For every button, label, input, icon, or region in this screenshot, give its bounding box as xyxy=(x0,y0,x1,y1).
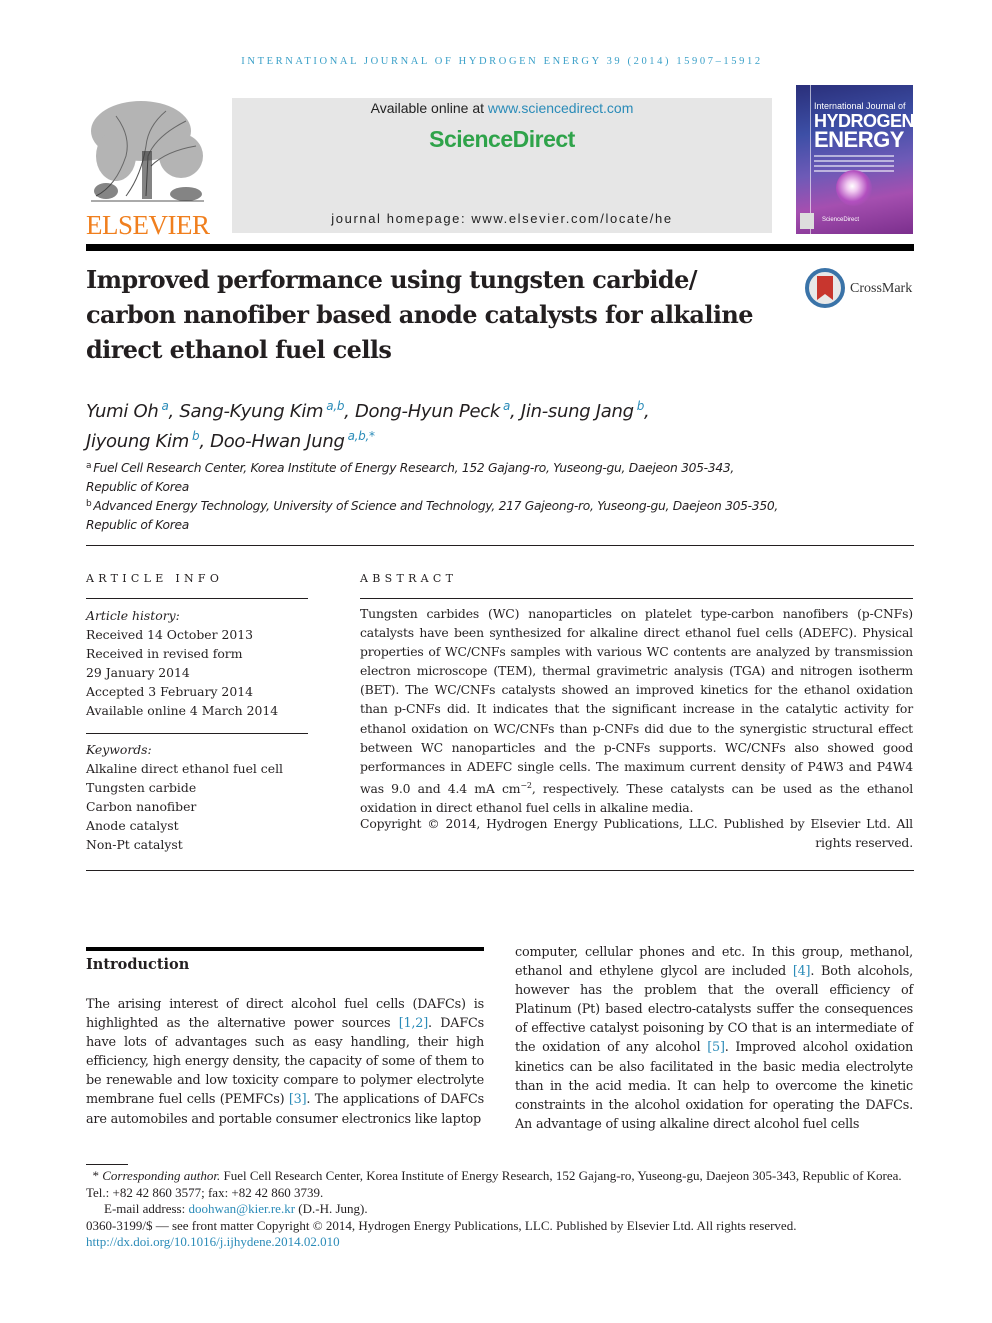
elsevier-tree-icon xyxy=(91,101,204,202)
cover-orb-icon xyxy=(836,170,872,206)
author-name: Dong-Hyun Peck xyxy=(355,401,500,422)
author[interactable]: Dong-Hyun Peck a xyxy=(355,399,510,422)
journal-cover[interactable]: International Journal of HYDROGEN ENERGY… xyxy=(796,85,913,234)
doi-link[interactable]: http://dx.doi.org/10.1016/j.ijhydene.201… xyxy=(86,1234,340,1249)
affiliation-rule xyxy=(86,545,914,546)
email-link[interactable]: doohwan@kier.re.kr xyxy=(188,1201,295,1216)
author-name: Yumi Oh xyxy=(86,401,159,422)
introduction-left-column: The arising interest of direct alcohol f… xyxy=(86,995,484,1129)
introduction-rule xyxy=(86,947,484,951)
footnote-rule xyxy=(86,1164,128,1165)
author-name: Sang-Kyung Kim xyxy=(179,401,324,422)
author-name: Doo-Hwan Jung xyxy=(210,431,345,452)
citation-link[interactable]: [5] xyxy=(707,1040,725,1055)
abstract-bottom-rule xyxy=(86,870,914,871)
abstract-rule xyxy=(360,598,913,599)
corresponding-label: Corresponding author. xyxy=(102,1168,221,1183)
cover-divider xyxy=(810,85,811,234)
author-name: Jin-sung Jang xyxy=(520,401,634,422)
crossmark-label: CrossMark xyxy=(850,281,913,296)
article-history: Article history: Received 14 October 201… xyxy=(86,606,326,721)
citation-link[interactable]: [3] xyxy=(289,1092,307,1107)
affiliation-mark: a xyxy=(86,461,92,471)
keywords-label: Keywords: xyxy=(86,742,152,757)
affiliation-b: b Advanced Energy Technology, University … xyxy=(86,495,786,535)
header-rule xyxy=(86,244,914,251)
cover-footer: ScienceDirect xyxy=(822,217,860,223)
elsevier-wordmark: ELSEVIER xyxy=(86,210,210,240)
author-affiliation-mark[interactable]: b xyxy=(637,399,645,413)
footnotes: * Corresponding author. Fuel Cell Resear… xyxy=(86,1168,916,1251)
keyword: Anode catalyst xyxy=(86,818,179,834)
email-suffix: (D.-H. Jung). xyxy=(295,1201,368,1216)
affiliation-text: Advanced Energy Technology, University o… xyxy=(86,499,778,532)
cover-line1: International Journal of xyxy=(814,101,906,111)
citation-link[interactable]: [1,2] xyxy=(399,1016,429,1031)
sciencedirect-logo[interactable]: ScienceDirect xyxy=(232,126,772,153)
crossmark-button[interactable]: CrossMark xyxy=(805,268,915,310)
keyword: Non-Pt catalyst xyxy=(86,837,183,853)
author-name: Jiyoung Kim xyxy=(86,431,189,452)
abstract-text: Tungsten carbides (WC) nanoparticles on … xyxy=(360,606,913,796)
available-online: Available online at www.sciencedirect.co… xyxy=(232,100,772,116)
abstract-superscript: −2 xyxy=(520,780,532,790)
author-affiliation-mark[interactable]: a xyxy=(503,399,510,413)
history-item: Received in revised form xyxy=(86,646,243,662)
history-item: Available online 4 March 2014 xyxy=(86,703,279,719)
sciencedirect-link[interactable]: www.sciencedirect.com xyxy=(488,100,634,116)
email-note: E-mail address: doohwan@kier.re.kr (D.-H… xyxy=(86,1201,916,1218)
author[interactable]: Jin-sung Jang b xyxy=(520,399,645,422)
introduction-right-column: computer, cellular phones and etc. In th… xyxy=(515,943,913,1134)
author[interactable]: Doo-Hwan Jung a,b,* xyxy=(210,429,375,452)
article-info-rule xyxy=(86,598,308,599)
author-separator: , xyxy=(199,431,211,452)
author-separator: , xyxy=(168,401,180,422)
available-prefix: Available online at xyxy=(370,100,488,116)
history-item: 29 January 2014 xyxy=(86,665,190,681)
running-head: INTERNATIONAL JOURNAL OF HYDROGEN ENERGY… xyxy=(241,56,763,67)
article-info-heading: ARTICLE INFO xyxy=(86,572,224,585)
abstract-heading: ABSTRACT xyxy=(360,572,458,585)
author-separator: , xyxy=(344,401,355,422)
article-title: Improved performance using tungsten carb… xyxy=(86,265,753,364)
abstract-copyright: Copyright © 2014, Hydrogen Energy Public… xyxy=(360,816,913,851)
journal-homepage[interactable]: journal homepage: www.elsevier.com/locat… xyxy=(232,211,772,226)
author-affiliation-mark[interactable]: a,b xyxy=(326,399,344,413)
author[interactable]: Yumi Oh a xyxy=(86,399,169,422)
author-list: Yumi Oh a, Sang-Kyung Kim a,b, Dong-Hyun P… xyxy=(86,394,786,454)
affiliation-a: a Fuel Cell Research Center, Korea Instit… xyxy=(86,457,786,497)
author-affiliation-mark[interactable]: a xyxy=(161,399,168,413)
author-separator: , xyxy=(510,401,521,422)
history-item: Accepted 3 February 2014 xyxy=(86,684,253,700)
corresponding-author-note: * Corresponding author. Fuel Cell Resear… xyxy=(86,1168,916,1201)
author[interactable]: Jiyoung Kim b xyxy=(86,429,200,452)
citation-link[interactable]: [4] xyxy=(793,964,811,979)
history-item: Received 14 October 2013 xyxy=(86,627,254,643)
issn-line: 0360-3199/$ — see front matter Copyright… xyxy=(86,1217,797,1233)
author-separator: , xyxy=(644,401,650,422)
crossmark-icon xyxy=(805,268,845,308)
affiliation-mark: b xyxy=(86,499,92,509)
cover-line3: ENERGY xyxy=(814,127,904,152)
author[interactable]: Sang-Kyung Kim a,b xyxy=(179,399,344,422)
footnote-star: * xyxy=(92,1168,100,1183)
keyword: Tungsten carbide xyxy=(86,780,197,796)
keyword: Carbon nanofiber xyxy=(86,799,197,815)
keywords: Keywords: Alkaline direct ethanol fuel c… xyxy=(86,740,326,855)
abstract-body: Tungsten carbides (WC) nanoparticles on … xyxy=(360,604,913,817)
author-affiliation-mark[interactable]: a,b,* xyxy=(348,429,375,443)
email-label: E-mail address: xyxy=(104,1201,189,1216)
introduction-heading: Introduction xyxy=(86,956,190,973)
keyword: Alkaline direct ethanol fuel cell xyxy=(86,761,284,777)
history-label: Article history: xyxy=(86,608,180,623)
cover-publisher-icon xyxy=(800,213,814,229)
keywords-rule xyxy=(86,733,308,734)
affiliation-text: Fuel Cell Research Center, Korea Institu… xyxy=(86,461,734,494)
